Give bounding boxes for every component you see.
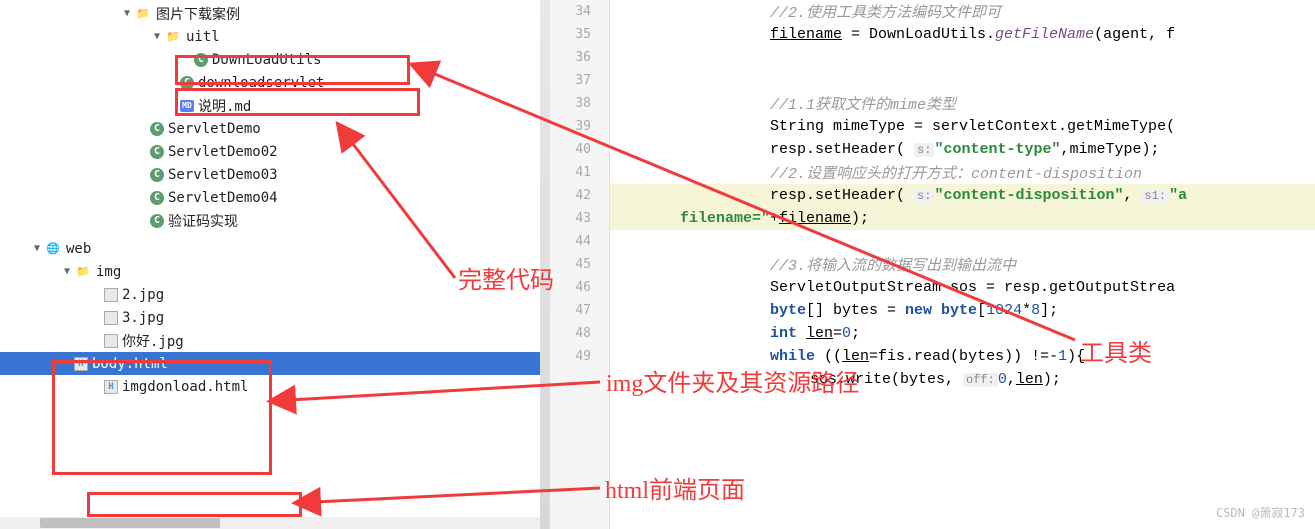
tree-file-downloadutils[interactable]: C DownLoadUtils bbox=[0, 48, 549, 71]
class-icon: C bbox=[150, 145, 164, 159]
html-icon: H bbox=[74, 357, 88, 371]
code-line: //2.设置响应头的打开方式：content-disposition bbox=[610, 161, 1315, 184]
code-line: sos.write(bytes, off: 0,len); bbox=[610, 368, 1315, 391]
code-line: String mimeType = servletContext.getMime… bbox=[610, 115, 1315, 138]
tree-label: downloadservlet bbox=[198, 75, 324, 91]
folder-icon: 📁 bbox=[74, 264, 92, 280]
code-line: //1.1获取文件的mime类型 bbox=[610, 92, 1315, 115]
tree-label: ServletDemo04 bbox=[168, 190, 278, 206]
code-line: ServletOutputStream sos = resp.getOutput… bbox=[610, 276, 1315, 299]
tree-file-nihao[interactable]: 你好.jpg bbox=[0, 329, 549, 352]
code-line: int len=0; bbox=[610, 322, 1315, 345]
tree-label: uitl bbox=[186, 29, 220, 45]
class-icon: C bbox=[194, 53, 208, 67]
tree-file-3jpg[interactable]: 3.jpg bbox=[0, 306, 549, 329]
folder-icon: 📁 bbox=[164, 29, 182, 45]
line-number: 41 bbox=[550, 161, 609, 184]
code-line: byte[] bytes = new byte[1024*8]; bbox=[610, 299, 1315, 322]
code-line: resp.setHeader( s: "content-disposition"… bbox=[610, 184, 1315, 207]
line-number: 35 bbox=[550, 23, 609, 46]
code-line bbox=[610, 46, 1315, 69]
tree-file-servletdemo04[interactable]: C ServletDemo04 bbox=[0, 186, 549, 209]
scrollbar-thumb[interactable] bbox=[40, 518, 220, 528]
tree-file-imgdownload[interactable]: H imgdonload.html bbox=[0, 375, 549, 398]
code-line: while ((len=fis.read(bytes)) !=-1){ bbox=[610, 345, 1315, 368]
line-number: 36 bbox=[550, 46, 609, 69]
image-icon bbox=[104, 311, 118, 325]
class-icon: C bbox=[180, 76, 194, 90]
tree-label: ServletDemo02 bbox=[168, 144, 278, 160]
tree-label: 3.jpg bbox=[122, 310, 164, 326]
line-number: 48 bbox=[550, 322, 609, 345]
tree-file-2jpg[interactable]: 2.jpg bbox=[0, 283, 549, 306]
line-number: 39 bbox=[550, 115, 609, 138]
line-number: 45 bbox=[550, 253, 609, 276]
minimap[interactable] bbox=[540, 0, 550, 529]
code-line: filename="+filename); bbox=[610, 207, 1315, 230]
tree-label: web bbox=[66, 241, 91, 257]
tree-label: imgdonload.html bbox=[122, 379, 248, 395]
tree-folder-root[interactable]: ▼ 📁 图片下载案例 bbox=[0, 2, 549, 25]
class-icon: C bbox=[150, 214, 164, 228]
line-number: 37 bbox=[550, 69, 609, 92]
tree-label: img bbox=[96, 264, 121, 280]
tree-file-servletdemo[interactable]: C ServletDemo bbox=[0, 117, 549, 140]
tree-file-downloadservlet[interactable]: C downloadservlet bbox=[0, 71, 549, 94]
code-line: //2.使用工具类方法编码文件即可 bbox=[610, 0, 1315, 23]
html-icon: H bbox=[104, 380, 118, 394]
line-gutter: 34 35 36 37 38 39 40 41 42 43 44 45 46 4… bbox=[550, 0, 610, 529]
tree-file-bodyhtml[interactable]: H body.html bbox=[0, 352, 549, 375]
tree-file-shuoming[interactable]: MD 说明.md bbox=[0, 94, 549, 117]
code-line: //3.将输入流的数据写出到输出流中 bbox=[610, 253, 1315, 276]
tree-folder-web[interactable]: ▼ 🌐 web bbox=[0, 237, 549, 260]
line-number: 49 bbox=[550, 345, 609, 368]
line-number: 46 bbox=[550, 276, 609, 299]
horizontal-scrollbar[interactable] bbox=[0, 517, 550, 529]
web-icon: 🌐 bbox=[44, 241, 62, 257]
project-tree[interactable]: ▼ 📁 图片下载案例 ▼ 📁 uitl C DownLoadUtils C do… bbox=[0, 0, 550, 529]
tree-label: body.html bbox=[92, 356, 168, 372]
tree-folder-img[interactable]: ▼ 📁 img bbox=[0, 260, 549, 283]
chevron-down-icon: ▼ bbox=[60, 266, 74, 277]
chevron-down-icon: ▼ bbox=[150, 31, 164, 42]
tree-label: DownLoadUtils bbox=[212, 52, 322, 68]
chevron-down-icon: ▼ bbox=[30, 243, 44, 254]
tree-label: ServletDemo03 bbox=[168, 167, 278, 183]
watermark: CSDN @萧寂173 bbox=[1216, 504, 1305, 521]
image-icon bbox=[104, 288, 118, 302]
tree-label: 验证码实现 bbox=[168, 211, 238, 231]
chevron-down-icon: ▼ bbox=[120, 8, 134, 19]
line-number: 44 bbox=[550, 230, 609, 253]
code-line: resp.setHeader( s: "content-type",mimeTy… bbox=[610, 138, 1315, 161]
line-number: 42 bbox=[550, 184, 609, 207]
line-number: 34 bbox=[550, 0, 609, 23]
code-editor[interactable]: //2.使用工具类方法编码文件即可 filename = DownLoadUti… bbox=[610, 0, 1315, 529]
class-icon: C bbox=[150, 168, 164, 182]
tree-file-servletdemo03[interactable]: C ServletDemo03 bbox=[0, 163, 549, 186]
class-icon: C bbox=[150, 191, 164, 205]
tree-label: 图片下载案例 bbox=[156, 4, 240, 24]
code-line bbox=[610, 69, 1315, 92]
markdown-icon: MD bbox=[180, 100, 194, 112]
line-number: 38 bbox=[550, 92, 609, 115]
code-line bbox=[610, 230, 1315, 253]
tree-label: 说明.md bbox=[198, 96, 251, 116]
image-icon bbox=[104, 334, 118, 348]
tree-file-yanzhengma[interactable]: C 验证码实现 bbox=[0, 209, 549, 232]
tree-folder-uitl[interactable]: ▼ 📁 uitl bbox=[0, 25, 549, 48]
tree-label: 2.jpg bbox=[122, 287, 164, 303]
line-number: 43 bbox=[550, 207, 609, 230]
code-line: filename = DownLoadUtils.getFileName(age… bbox=[610, 23, 1315, 46]
class-icon: C bbox=[150, 122, 164, 136]
tree-file-servletdemo02[interactable]: C ServletDemo02 bbox=[0, 140, 549, 163]
tree-label: 你好.jpg bbox=[122, 331, 184, 351]
line-number: 40 bbox=[550, 138, 609, 161]
line-number: 47 bbox=[550, 299, 609, 322]
folder-icon: 📁 bbox=[134, 6, 152, 22]
tree-label: ServletDemo bbox=[168, 121, 261, 137]
